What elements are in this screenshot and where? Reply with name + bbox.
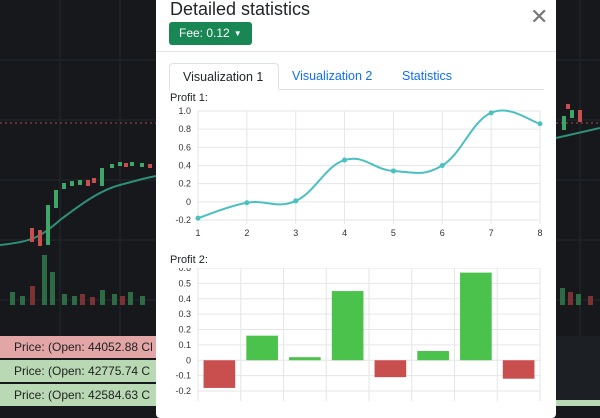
x-tick-label: 2 xyxy=(244,228,249,238)
data-point xyxy=(488,110,494,116)
y-tick-label: -0.1 xyxy=(175,371,191,381)
y-tick-label: 0.2 xyxy=(178,179,191,189)
y-tick-label: 0.6 xyxy=(178,142,191,152)
data-point xyxy=(390,168,396,174)
y-tick-label: 0.4 xyxy=(178,161,191,171)
y-tick-label: 0.6 xyxy=(178,268,191,273)
fee-label: Fee: 0.12 xyxy=(179,26,230,40)
bar xyxy=(331,291,364,361)
caret-down-icon: ▼ xyxy=(233,28,242,38)
y-tick-label: 1.0 xyxy=(178,106,191,116)
y-tick-label: 0 xyxy=(186,355,191,365)
profit-1-line-chart: 1.0 0.8 0.6 0.4 0.2 0 -0.2 1 2 3 4 5 6 7 8 xyxy=(175,106,543,238)
y-tick-label: 0 xyxy=(186,197,191,207)
bar xyxy=(417,351,449,361)
bar xyxy=(460,272,492,361)
y-tick-label: -0.2 xyxy=(175,386,191,396)
x-tick-label: 8 xyxy=(537,228,542,238)
y-tick-label: 0.2 xyxy=(178,325,191,335)
y-tick-label: 0.1 xyxy=(178,340,191,350)
data-point xyxy=(244,200,250,206)
data-point xyxy=(195,215,201,221)
background-panel xyxy=(556,336,600,400)
y-tick-label: 0.5 xyxy=(178,278,191,288)
bar xyxy=(289,357,321,361)
data-point xyxy=(342,157,348,163)
fee-dropdown-button[interactable]: Fee: 0.12 ▼ xyxy=(169,22,252,45)
chart-title-profit-1: Profit 1: xyxy=(170,92,208,104)
data-point xyxy=(537,121,543,127)
y-tick-label: 0.3 xyxy=(178,309,191,319)
x-tick-label: 3 xyxy=(293,228,298,238)
y-tick-label: 0.4 xyxy=(178,294,191,304)
modal-title: Detailed statistics xyxy=(170,0,311,19)
y-tick-label: -0.2 xyxy=(175,215,191,225)
bar xyxy=(203,360,236,388)
profit-2-bar-chart: 0.6 0.5 0.4 0.3 0.2 0.1 0 -0.1 -0.2 xyxy=(175,268,541,401)
data-point xyxy=(293,198,299,204)
detailed-statistics-modal: Detailed statistics ✕ Fee: 0.12 ▼ Visual… xyxy=(156,0,556,418)
divider xyxy=(156,51,556,52)
bar xyxy=(246,335,278,361)
tab-visualization-1[interactable]: Visualization 1 xyxy=(169,63,279,90)
x-tick-label: 7 xyxy=(489,228,494,238)
x-tick-label: 1 xyxy=(195,228,200,238)
bar xyxy=(374,360,407,378)
x-tick-label: 6 xyxy=(440,228,445,238)
y-tick-label: 0.8 xyxy=(178,124,191,134)
chart-title-profit-2: Profit 2: xyxy=(170,254,208,266)
data-point xyxy=(439,163,445,168)
x-tick-label: 4 xyxy=(342,228,347,238)
tab-statistics[interactable]: Statistics xyxy=(389,63,465,89)
bar xyxy=(502,360,535,379)
tab-bar: Visualization 1 Visualization 2 Statisti… xyxy=(169,63,544,90)
x-tick-label: 5 xyxy=(391,228,396,238)
tab-visualization-2[interactable]: Visualization 2 xyxy=(279,63,385,89)
close-icon[interactable]: ✕ xyxy=(530,6,548,28)
